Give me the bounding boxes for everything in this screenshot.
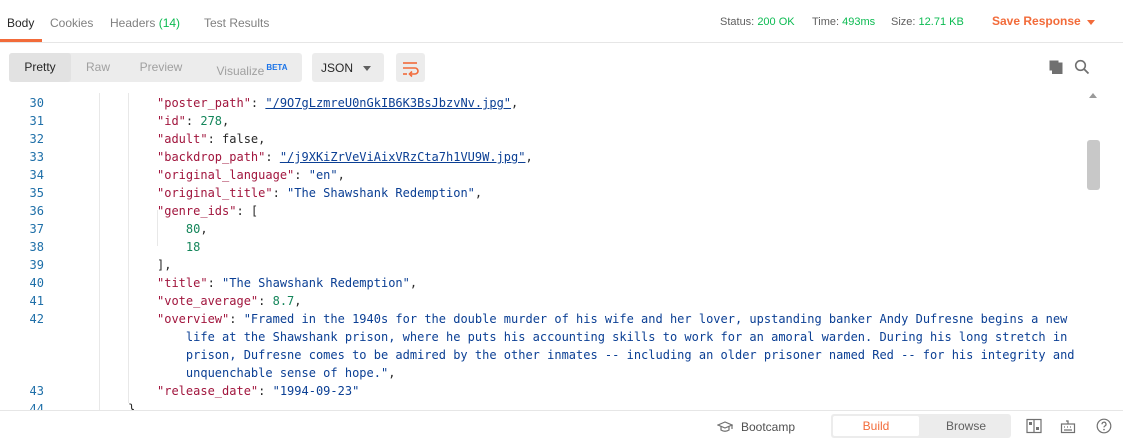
code-text: "overview": "Framed in the 1940s for the… [157, 312, 1068, 326]
help-icon[interactable] [1096, 418, 1112, 434]
line-number: 43 [29, 384, 44, 398]
bootcamp-button[interactable]: Bootcamp [741, 420, 795, 434]
search-icon[interactable] [1074, 59, 1090, 75]
line-number: 42 [29, 312, 44, 326]
code-line: 42 "overview": "Framed in the 1940s for t… [0, 310, 1080, 328]
line-number: 39 [29, 258, 44, 272]
two-pane-view-icon[interactable] [1026, 418, 1042, 434]
code-text: }, [128, 402, 143, 410]
copy-icon[interactable] [1049, 60, 1063, 74]
line-number: 31 [29, 114, 44, 128]
code-line: 39], [0, 256, 1080, 274]
wrap-lines-icon [403, 62, 419, 78]
headers-count: (14) [158, 16, 181, 30]
code-line: 34 "original_language": "en", [0, 166, 1080, 184]
tab-cookies[interactable]: Cookies [50, 16, 93, 30]
tab-headers-label: Headers [110, 16, 156, 30]
code-text: "original_title": "The Shawshank Redempt… [157, 186, 483, 200]
line-number: 44 [29, 402, 44, 410]
line-number: 38 [29, 240, 44, 254]
code-text: "original_language": "en", [157, 168, 345, 182]
raw-button[interactable]: Raw [75, 53, 121, 82]
line-number: 34 [29, 168, 44, 182]
tab-test-results[interactable]: Test Results [204, 16, 269, 30]
code-line: 33 "backdrop_path": "/j9XKiZrVeViAixVRzCt… [0, 148, 1080, 166]
code-line: unquenchable sense of hope.", [0, 364, 1080, 382]
view-mode-switcher: Pretty Raw Preview Visualize BETA [9, 53, 302, 82]
line-number: 33 [29, 150, 44, 164]
preview-button[interactable]: Preview [131, 53, 191, 82]
scrollbar-thumb[interactable] [1087, 140, 1100, 190]
time-label: Time: [812, 16, 840, 28]
active-tab-indicator [0, 39, 42, 42]
save-response-button[interactable]: Save Response [992, 14, 1081, 28]
browse-button[interactable]: Browse [923, 416, 1009, 436]
code-text: "title": "The Shawshank Redemption", [157, 276, 418, 290]
save-response-dropdown-icon[interactable] [1087, 20, 1095, 25]
size-value: 12.71 KB [918, 16, 964, 28]
visualize-label: Visualize [216, 64, 265, 78]
status-footer: Bootcamp Build Browse [0, 410, 1123, 442]
line-number: 32 [29, 132, 44, 146]
scroll-up-arrow-icon[interactable] [1089, 93, 1097, 98]
time-readout: Time: 493ms [812, 16, 875, 28]
line-number: 30 [29, 96, 44, 110]
chevron-down-icon [363, 66, 371, 71]
code-line: 38 18 [0, 238, 1080, 256]
build-button[interactable]: Build [833, 416, 919, 436]
code-line: life at the Shawshank prison, where he p… [0, 328, 1080, 346]
code-text: "release_date": "1994-09-23" [157, 384, 360, 398]
code-line: 35 "original_title": "The Shawshank Redem… [0, 184, 1080, 202]
code-line: 32 "adult": false, [0, 130, 1080, 148]
time-value: 493ms [842, 16, 876, 28]
response-body-code[interactable]: 30 "poster_path": "/9O7gLzmreU0nGkIB6K3Bs… [0, 93, 1123, 410]
wrap-lines-button[interactable] [396, 53, 425, 82]
code-line: 44}, [0, 400, 1080, 410]
code-line: 43 "release_date": "1994-09-23" [0, 382, 1080, 400]
line-number: 41 [29, 294, 44, 308]
format-select-value: JSON [321, 61, 354, 75]
code-text: unquenchable sense of hope.", [157, 366, 396, 380]
beta-badge: BETA [266, 63, 288, 72]
code-text: "vote_average": 8.7, [157, 294, 302, 308]
body-toolbar: Pretty Raw Preview Visualize BETA JSON [0, 43, 1123, 93]
code-text: "backdrop_path": "/j9XKiZrVeViAixVRzCta7… [157, 150, 533, 164]
code-text: 80, [185, 222, 208, 236]
code-text: 18 [185, 240, 201, 254]
pretty-button[interactable]: Pretty [9, 53, 71, 82]
code-line: 31 "id": 278, [0, 112, 1080, 130]
code-line: 40 "title": "The Shawshank Redemption", [0, 274, 1080, 292]
tab-body[interactable]: Body [7, 16, 34, 30]
tab-headers[interactable]: Headers (14) [110, 16, 180, 30]
size-readout: Size: 12.71 KB [891, 16, 964, 28]
code-text: ], [157, 258, 172, 272]
code-line: prison, Dufresne comes to be admired by … [0, 346, 1080, 364]
code-text: "poster_path": "/9O7gLzmreU0nGkIB6K3BsJb… [157, 96, 519, 110]
visualize-button[interactable]: Visualize BETA [207, 53, 297, 82]
status-value: 200 OK [757, 16, 795, 28]
code-text: "genre_ids": [ [157, 204, 259, 218]
format-select[interactable]: JSON [312, 53, 384, 82]
line-number: 35 [29, 186, 44, 200]
code-line: 41 "vote_average": 8.7, [0, 292, 1080, 310]
code-line: 37 80, [0, 220, 1080, 238]
status-label: Status: [720, 16, 755, 28]
line-number: 36 [29, 204, 44, 218]
code-line: 36 "genre_ids": [ [0, 202, 1080, 220]
status-readout: Status: 200 OK [720, 16, 795, 28]
code-text: prison, Dufresne comes to be admired by … [157, 348, 1075, 362]
size-label: Size: [891, 16, 916, 28]
code-text: life at the Shawshank prison, where he p… [157, 330, 1068, 344]
response-tabs-bar: Body Cookies Headers (14) Test Results S… [0, 0, 1123, 43]
code-text: "adult": false, [157, 132, 266, 146]
keyboard-shortcuts-icon[interactable] [1060, 418, 1076, 434]
code-line: 30 "poster_path": "/9O7gLzmreU0nGkIB6K3Bs… [0, 94, 1080, 112]
graduation-cap-icon [717, 421, 733, 432]
build-browse-switch: Build Browse [831, 414, 1011, 438]
line-number: 40 [29, 276, 44, 290]
line-number: 37 [29, 222, 44, 236]
code-text: "id": 278, [157, 114, 230, 128]
